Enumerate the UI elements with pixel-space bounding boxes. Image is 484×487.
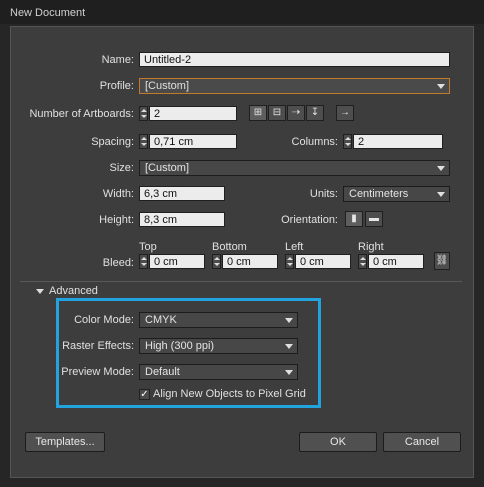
right-to-left-icon[interactable]: → xyxy=(336,105,354,121)
preview-mode-dropdown[interactable]: Default xyxy=(139,364,298,380)
height-label: Height: xyxy=(99,214,134,226)
bleed-label: Bleed: xyxy=(102,257,134,269)
window-title: New Document xyxy=(10,7,86,19)
orientation-label: Orientation: xyxy=(281,214,338,226)
bleed-top-input[interactable]: 0 cm xyxy=(149,254,205,269)
chevron-down-icon xyxy=(285,370,293,375)
units-label: Units: xyxy=(309,188,338,200)
color-mode-value: CMYK xyxy=(145,314,177,326)
chevron-down-icon xyxy=(437,192,445,197)
width-label: Width: xyxy=(102,188,134,200)
advanced-header[interactable]: Advanced xyxy=(49,285,98,297)
spacing-label: Spacing: xyxy=(91,136,134,148)
bleed-right-input[interactable]: 0 cm xyxy=(368,254,424,269)
grid-by-column-icon[interactable]: ⊟ xyxy=(268,105,286,121)
spacing-input[interactable]: 0,71 cm xyxy=(149,134,237,149)
color-mode-dropdown[interactable]: CMYK xyxy=(139,312,298,328)
columns-stepper[interactable] xyxy=(343,134,352,149)
bleed-top-stepper[interactable] xyxy=(139,254,148,269)
collapse-triangle-icon[interactable] xyxy=(36,289,44,294)
new-document-dialog: New Document Name: Untitled-2 Profile: [… xyxy=(0,0,484,487)
templates-button[interactable]: Templates... xyxy=(25,432,105,452)
size-value: [Custom] xyxy=(145,162,190,174)
bleed-left-input[interactable]: 0 cm xyxy=(295,254,351,269)
arrange-by-column-icon[interactable]: ↧ xyxy=(306,105,324,121)
artboards-stepper[interactable] xyxy=(139,106,148,121)
bleed-right-stepper[interactable] xyxy=(358,254,367,269)
size-dropdown[interactable]: [Custom] xyxy=(139,160,450,176)
profile-dropdown[interactable]: [Custom] xyxy=(139,78,450,94)
height-input[interactable]: 8,3 cm xyxy=(139,212,225,227)
grid-by-row-icon[interactable]: ⊞ xyxy=(249,105,267,121)
name-input[interactable]: Untitled-2 xyxy=(139,52,450,67)
size-label: Size: xyxy=(109,162,134,174)
raster-effects-dropdown[interactable]: High (300 ppi) xyxy=(139,338,298,354)
portrait-icon[interactable]: ▮ xyxy=(345,211,363,227)
columns-input[interactable]: 2 xyxy=(353,134,443,149)
name-label: Name: xyxy=(101,54,134,66)
bleed-left-stepper[interactable] xyxy=(285,254,294,269)
preview-mode-value: Default xyxy=(145,366,180,378)
bleed-bottom-input[interactable]: 0 cm xyxy=(222,254,278,269)
width-input[interactable]: 6,3 cm xyxy=(139,186,225,201)
spacing-stepper[interactable] xyxy=(139,134,148,149)
bleed-bottom-label: Bottom xyxy=(212,241,247,253)
preview-mode-label: Preview Mode: xyxy=(61,366,134,378)
arrange-by-row-icon[interactable]: ⇢ xyxy=(287,105,305,121)
profile-label: Profile: xyxy=(99,80,134,92)
ok-button[interactable]: OK xyxy=(299,432,377,452)
units-dropdown[interactable]: Centimeters xyxy=(343,186,450,202)
divider xyxy=(20,281,462,282)
chevron-down-icon xyxy=(437,84,445,89)
chevron-down-icon xyxy=(285,344,293,349)
bleed-right-label: Right xyxy=(358,241,384,253)
cancel-button[interactable]: Cancel xyxy=(383,432,461,452)
align-pixel-grid-label[interactable]: Align New Objects to Pixel Grid xyxy=(153,388,306,400)
artboards-label: Number of Artboards: xyxy=(29,108,134,120)
artboards-input[interactable]: 2 xyxy=(149,106,237,121)
chevron-down-icon xyxy=(285,318,293,323)
chevron-down-icon xyxy=(437,166,445,171)
title-bar: New Document xyxy=(0,0,484,24)
profile-value: [Custom] xyxy=(145,80,190,92)
raster-effects-label: Raster Effects: xyxy=(62,340,134,352)
align-pixel-grid-checkbox[interactable]: ✓ xyxy=(139,389,150,400)
color-mode-label: Color Mode: xyxy=(74,314,134,326)
link-icon[interactable]: ⛓ xyxy=(434,252,450,270)
units-value: Centimeters xyxy=(349,188,409,200)
columns-label: Columns: xyxy=(291,136,338,148)
landscape-icon[interactable]: ▬ xyxy=(365,211,383,227)
bleed-left-label: Left xyxy=(285,241,304,253)
raster-effects-value: High (300 ppi) xyxy=(145,340,215,352)
bleed-top-label: Top xyxy=(139,241,157,253)
bleed-bottom-stepper[interactable] xyxy=(212,254,221,269)
